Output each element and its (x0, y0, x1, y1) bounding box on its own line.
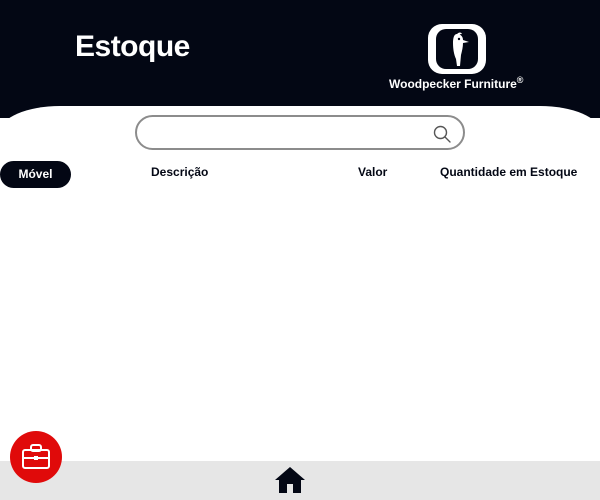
registered-mark: ® (516, 75, 524, 85)
app-header: Estoque Woodpecker Furniture® (0, 0, 600, 118)
search-input[interactable] (151, 123, 421, 143)
brand-logo (428, 24, 486, 74)
inventory-fab-button[interactable] (10, 431, 62, 483)
column-header-descricao[interactable]: Descrição (151, 165, 208, 179)
woodpecker-logo-icon (436, 29, 478, 69)
briefcase-icon (22, 444, 50, 469)
page-title: Estoque (75, 30, 190, 63)
brand-name: Woodpecker Furniture® (389, 75, 524, 91)
search-bar[interactable] (135, 115, 465, 150)
inventory-table-body (0, 195, 600, 455)
column-header-quantidade[interactable]: Quantidade em Estoque (440, 165, 577, 179)
column-header-movel[interactable]: Móvel (0, 161, 71, 188)
home-icon[interactable] (274, 465, 306, 495)
search-icon[interactable] (432, 124, 452, 144)
column-header-valor[interactable]: Valor (358, 165, 387, 179)
